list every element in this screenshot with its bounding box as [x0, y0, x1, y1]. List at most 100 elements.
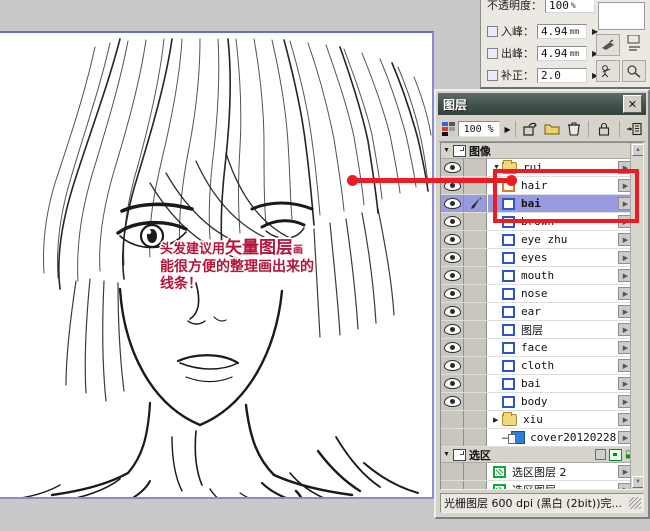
close-icon[interactable]: ✕	[623, 95, 642, 113]
layer-name-cell[interactable]: eyes ▶	[487, 249, 643, 266]
layers-panel[interactable]: 图层 ✕ 100 % ▶ ▼ 图像 ▼ rui ▶ hair ▶ bai ▶ b…	[434, 89, 650, 519]
layer-edit-lock-cell[interactable]	[464, 213, 487, 230]
selection-square-icon[interactable]	[595, 449, 606, 460]
layer-name-cell[interactable]: face ▶	[487, 339, 643, 356]
layer-edit-lock-cell[interactable]	[464, 429, 487, 446]
correction-value-field[interactable]: 2.0	[537, 67, 587, 83]
layer-name-cell[interactable]: eye zhu ▶	[487, 231, 643, 248]
layer-visibility-toggle[interactable]	[441, 429, 464, 446]
canvas-document-area[interactable]: 头发建议用矢量图层画 能很方便的整理画出来的 线条！	[0, 31, 434, 499]
layer-row[interactable]: mouth ▶	[441, 267, 643, 285]
outfeed-checkbox[interactable]	[487, 47, 498, 59]
layer-row[interactable]: cloth ▶	[441, 357, 643, 375]
layer-visibility-toggle[interactable]	[441, 213, 464, 230]
lock-layer-icon[interactable]	[596, 121, 611, 138]
layer-edit-lock-cell[interactable]	[464, 411, 487, 428]
new-folder-icon[interactable]	[544, 121, 560, 138]
layer-visibility-toggle[interactable]	[441, 463, 464, 480]
layer-name-cell[interactable]: nose ▶	[487, 285, 643, 302]
brush-tool-button-3[interactable]	[596, 60, 620, 82]
layer-opacity-dropdown-icon[interactable]: ▶	[505, 125, 511, 134]
layer-row[interactable]: ▶ xiu ▶	[441, 411, 643, 429]
infeed-checkbox[interactable]	[487, 25, 498, 37]
chevron-right-icon[interactable]: ▶	[493, 416, 499, 424]
tool-options-panel[interactable]: 不透明度： 100 % ▶ 入峰： 4.94 mm ▶ 出峰： 4.94 mm …	[480, 0, 650, 89]
layer-edit-lock-cell[interactable]	[464, 159, 487, 176]
layer-visibility-toggle[interactable]	[441, 267, 464, 284]
layer-visibility-toggle[interactable]	[441, 195, 464, 212]
layer-active-pen-cell[interactable]	[464, 195, 487, 212]
layer-group-selection[interactable]: ▼ 选区 ⬓	[441, 447, 643, 463]
layer-row[interactable]: ▼ rui ▶	[441, 159, 643, 177]
layer-visibility-toggle[interactable]	[441, 411, 464, 428]
layer-edit-lock-cell[interactable]	[464, 267, 487, 284]
layer-visibility-toggle[interactable]	[441, 249, 464, 266]
layers-panel-toolbar[interactable]: 100 % ▶	[439, 117, 645, 142]
layer-row[interactable]: 选区图层 ▶	[441, 481, 643, 489]
chevron-down-icon[interactable]: ▼	[443, 147, 450, 154]
layer-visibility-toggle[interactable]	[441, 393, 464, 410]
layer-row[interactable]: face ▶	[441, 339, 643, 357]
layer-edit-lock-cell[interactable]	[464, 375, 487, 392]
layer-row[interactable]: 选区图层 2 ▶	[441, 463, 643, 481]
layer-name-cell[interactable]: brown ▶	[487, 213, 643, 230]
layer-visibility-toggle[interactable]	[441, 231, 464, 248]
layer-group-image[interactable]: ▼ 图像	[441, 143, 643, 159]
layer-name-cell[interactable]: ear ▶	[487, 303, 643, 320]
panel-menu-icon[interactable]	[626, 121, 642, 138]
layer-name-cell[interactable]: 选区图层 ▶	[487, 481, 643, 489]
chevron-down-icon[interactable]: ▼	[493, 164, 500, 171]
outfeed-value-field[interactable]: 4.94 mm	[537, 45, 587, 61]
layer-visibility-toggle[interactable]	[441, 303, 464, 320]
brush-tool-button-2[interactable]	[624, 34, 646, 54]
layer-name-cell[interactable]: – cover20120228 ▶	[487, 429, 643, 446]
layer-name-cell[interactable]: ▶ xiu ▶	[487, 411, 643, 428]
selection-visible-icon[interactable]	[609, 448, 622, 461]
layer-edit-lock-cell[interactable]	[464, 481, 487, 489]
layer-row[interactable]: eyes ▶	[441, 249, 643, 267]
chevron-down-icon[interactable]: ▼	[443, 451, 450, 458]
layer-row-selected[interactable]: bai ▶	[441, 195, 643, 213]
layer-edit-lock-cell[interactable]	[464, 303, 487, 320]
delete-layer-icon[interactable]	[566, 121, 581, 138]
correction-checkbox[interactable]	[487, 69, 498, 81]
layer-edit-lock-cell[interactable]	[464, 321, 487, 338]
layer-visibility-toggle[interactable]	[441, 321, 464, 338]
infeed-value-field[interactable]: 4.94 mm	[537, 23, 587, 39]
scroll-down-icon[interactable]: ▼	[632, 476, 643, 488]
layer-edit-lock-cell[interactable]	[464, 357, 487, 374]
layer-row[interactable]: bai ▶	[441, 375, 643, 393]
layer-visibility-toggle[interactable]	[441, 285, 464, 302]
layer-list-scrollbar[interactable]: ▲ ▼	[630, 143, 643, 489]
layer-visibility-toggle[interactable]	[441, 159, 464, 176]
layer-row[interactable]: ear ▶	[441, 303, 643, 321]
opacity-value-field[interactable]: 100 %	[545, 0, 595, 13]
layer-edit-lock-cell[interactable]	[464, 285, 487, 302]
layer-row[interactable]: – cover20120228 ▶	[441, 429, 643, 447]
blend-mode-icon[interactable]	[442, 122, 455, 136]
layer-name-cell[interactable]: ▼ rui ▶	[487, 159, 643, 176]
layer-edit-lock-cell[interactable]	[464, 231, 487, 248]
layer-visibility-toggle[interactable]	[441, 339, 464, 356]
brush-tool-button-4[interactable]	[622, 60, 646, 82]
layer-name-cell[interactable]: bai ▶	[487, 195, 643, 212]
layer-name-cell[interactable]: bai ▶	[487, 375, 643, 392]
scroll-up-icon[interactable]: ▲	[632, 144, 643, 156]
layer-name-cell[interactable]: mouth ▶	[487, 267, 643, 284]
layer-edit-lock-cell[interactable]	[464, 463, 487, 480]
layer-opacity-input[interactable]: 100 %	[457, 121, 500, 137]
layer-row[interactable]: 图层 ▶	[441, 321, 643, 339]
layer-edit-lock-cell[interactable]	[464, 249, 487, 266]
brush-tool-button-1[interactable]	[596, 34, 620, 56]
layer-name-cell[interactable]: 图层 ▶	[487, 321, 643, 338]
layer-row[interactable]: brown ▶	[441, 213, 643, 231]
layer-row[interactable]: nose ▶	[441, 285, 643, 303]
layer-edit-lock-cell[interactable]	[464, 393, 487, 410]
layer-name-cell[interactable]: cloth ▶	[487, 357, 643, 374]
layer-name-cell[interactable]: 选区图层 2 ▶	[487, 463, 643, 480]
layer-list[interactable]: ▼ 图像 ▼ rui ▶ hair ▶ bai ▶ brown ▶ eye zh…	[440, 142, 644, 490]
layers-panel-titlebar[interactable]: 图层 ✕	[438, 93, 646, 115]
layer-row[interactable]: eye zhu ▶	[441, 231, 643, 249]
layer-visibility-toggle[interactable]	[441, 375, 464, 392]
layer-row[interactable]: body ▶	[441, 393, 643, 411]
